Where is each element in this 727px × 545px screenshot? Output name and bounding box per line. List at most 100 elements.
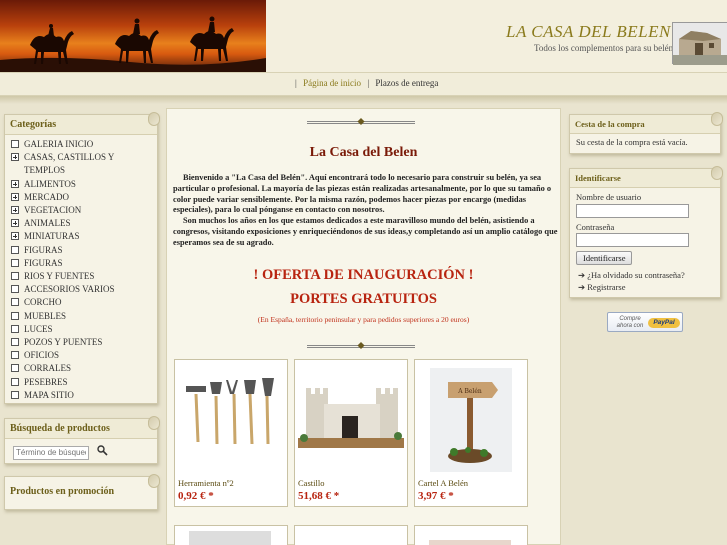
category-item[interactable]: ALIMENTOS [11, 178, 151, 191]
category-label[interactable]: MUEBLES [24, 310, 66, 323]
product-image-sign[interactable]: A Belén [418, 364, 524, 474]
page-title: La Casa del Belen [309, 145, 418, 160]
category-item[interactable]: CASAS, CASTILLOS Y TEMPLOS [11, 151, 151, 177]
category-label[interactable]: GALERIA INICIO [24, 138, 93, 151]
category-label[interactable]: CASAS, CASTILLOS Y TEMPLOS [24, 151, 151, 177]
category-item[interactable]: PESEBRES [11, 376, 151, 389]
expand-icon[interactable] [11, 232, 19, 241]
category-item[interactable]: POZOS Y PUENTES [11, 336, 151, 349]
category-label[interactable]: ANIMALES [24, 217, 71, 230]
category-item[interactable]: RIOS Y FUENTES [11, 270, 151, 283]
bullet-square-icon [11, 364, 19, 373]
nav-home-link[interactable]: Página de inicio [303, 78, 361, 88]
category-label[interactable]: CORRALES [24, 362, 71, 375]
intro-paragraph-1: Bienvenido a "La Casa del Belén". Aquí e… [173, 173, 552, 215]
bullet-square-icon [11, 258, 19, 267]
product-image[interactable] [429, 540, 511, 545]
product-card[interactable] [414, 525, 528, 545]
category-label[interactable]: FIGURAS [24, 244, 63, 257]
product-card[interactable] [294, 525, 408, 545]
nav-separator: | [367, 78, 370, 88]
expand-icon[interactable] [11, 206, 19, 215]
scroll-curl-ornament [711, 112, 723, 126]
product-name[interactable]: Cartel A Belén [418, 478, 468, 488]
product-name[interactable]: Castillo [298, 478, 324, 488]
product-card[interactable]: A Belén Cartel A Belén 3,97 € * [414, 359, 528, 507]
category-label[interactable]: POZOS Y PUENTES [24, 336, 102, 349]
category-label[interactable]: LUCES [24, 323, 53, 336]
search-icon[interactable] [97, 443, 108, 461]
category-label[interactable]: MINIATURAS [24, 230, 80, 243]
search-title: Búsqueda de productos [5, 419, 157, 439]
category-label[interactable]: ACCESORIOS VARIOS [24, 283, 114, 296]
paypal-button[interactable]: Compre ahora con PayPal [607, 312, 683, 332]
expand-icon[interactable] [11, 153, 19, 162]
register-link[interactable]: Registrarse [587, 282, 625, 292]
login-box: Identificarse Nombre de usuario Contrase… [569, 166, 723, 298]
category-label[interactable]: RIOS Y FUENTES [24, 270, 94, 283]
product-card[interactable]: Castillo 51,68 € * [294, 359, 408, 507]
category-item[interactable]: MAPA SITIO [11, 389, 151, 402]
product-image[interactable] [189, 531, 271, 545]
category-list: GALERIA INICIO CASAS, CASTILLOS Y TEMPLOS… [5, 135, 157, 405]
expand-icon[interactable] [11, 179, 19, 188]
forgot-password-row: ➔ ¿Ha olvidado su contraseña? [578, 270, 685, 281]
category-item[interactable]: ACCESORIOS VARIOS [11, 283, 151, 296]
login-button[interactable]: Identificarse [576, 251, 633, 265]
category-item[interactable]: FIGURAS [11, 244, 151, 257]
category-item[interactable]: ANIMALES [11, 217, 151, 230]
expand-icon[interactable] [11, 192, 19, 201]
category-item[interactable]: MERCADO [11, 191, 151, 204]
product-image-castle[interactable] [298, 364, 404, 472]
search-row [13, 442, 108, 460]
category-item[interactable]: GALERIA INICIO [11, 138, 151, 151]
expand-icon[interactable] [11, 219, 19, 228]
header-shadow [0, 96, 727, 104]
category-item[interactable]: VEGETACION [11, 204, 151, 217]
product-price: 51,68 € * [298, 490, 340, 502]
category-label[interactable]: ALIMENTOS [24, 178, 76, 191]
cart-title: Cesta de la compra [570, 115, 720, 134]
nav-delivery-link[interactable]: Plazos de entrega [375, 78, 438, 88]
arrow-icon: ➔ [578, 282, 586, 292]
offer-free-shipping: PORTES GRATUITOS [290, 291, 437, 307]
category-label[interactable]: CORCHO [24, 296, 62, 309]
category-label[interactable]: OFICIOS [24, 349, 59, 362]
category-item[interactable]: MINIATURAS [11, 230, 151, 243]
nav-separator: | [295, 78, 297, 88]
password-input[interactable] [576, 233, 689, 247]
category-item[interactable]: FIGURAS [11, 257, 151, 270]
product-image-tools[interactable] [178, 364, 284, 472]
forgot-password-link[interactable]: ¿Ha olvidado su contraseña? [587, 270, 684, 280]
category-label[interactable]: MERCADO [24, 191, 69, 204]
username-input[interactable] [576, 204, 689, 218]
bullet-square-icon [11, 298, 19, 307]
bullet-square-icon [11, 324, 19, 333]
scroll-curl-ornament [148, 112, 160, 126]
category-item[interactable]: CORCHO [11, 296, 151, 309]
product-card[interactable]: Herramienta nº2 0,92 € * [174, 359, 288, 507]
bullet-square-icon [11, 311, 19, 320]
category-label[interactable]: FIGURAS [24, 257, 63, 270]
category-label[interactable]: VEGETACION [24, 204, 81, 217]
arrow-icon: ➔ [578, 270, 586, 280]
bullet-square-icon [11, 351, 19, 360]
cart-box: Cesta de la compra Su cesta de la compra… [569, 112, 723, 154]
bullet-square-icon [11, 285, 19, 294]
category-item[interactable]: CORRALES [11, 362, 151, 375]
product-card[interactable] [174, 525, 288, 545]
intro-paragraph-2: Son muchos los años en los que estamos d… [173, 216, 558, 247]
product-name[interactable]: Herramienta nº2 [178, 478, 234, 488]
category-label[interactable]: PESEBRES [24, 376, 68, 389]
offer-headline: ! OFERTA DE INAUGURACIÓN ! [253, 267, 474, 283]
nativity-house-image [672, 22, 727, 65]
scroll-curl-ornament [711, 166, 723, 180]
category-label[interactable]: MAPA SITIO [24, 389, 74, 402]
search-input[interactable] [13, 445, 89, 460]
category-item[interactable]: OFICIOS [11, 349, 151, 362]
category-item[interactable]: MUEBLES [11, 310, 151, 323]
category-item[interactable]: LUCES [11, 323, 151, 336]
camels-banner-image [0, 0, 266, 72]
product-image[interactable] [309, 531, 391, 545]
cart-empty-text: Su cesta de la compra está vacía. [576, 137, 688, 147]
